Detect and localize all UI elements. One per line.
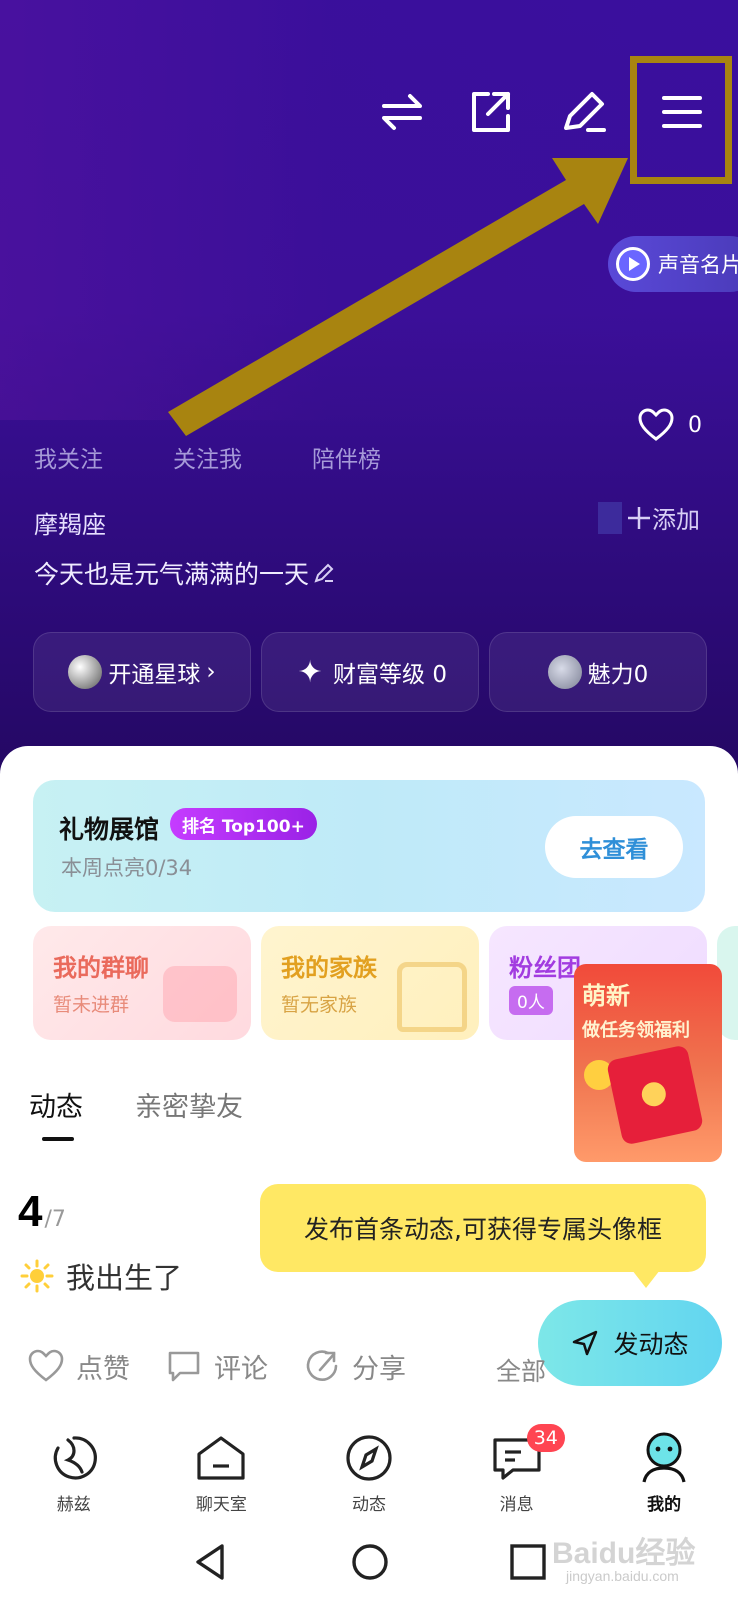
watermark-url: jingyan.baidu.com bbox=[566, 1568, 679, 1584]
signature-line[interactable]: 今天也是元气满满的一天 bbox=[34, 555, 335, 591]
family-title: 我的家族 bbox=[281, 954, 377, 982]
signature-text: 今天也是元气满满的一天 bbox=[34, 560, 310, 589]
comment-icon bbox=[168, 1351, 200, 1382]
first-post-tooltip: 发布首条动态,可获得专属头像框 bbox=[260, 1184, 706, 1288]
profile-icon bbox=[642, 1432, 686, 1483]
wealth-level-button[interactable]: ✦ 财富等级 0 bbox=[261, 632, 479, 712]
share-icon[interactable] bbox=[462, 84, 518, 140]
my-group-chat-card[interactable]: 我的群聊 暂未进群 bbox=[33, 926, 251, 1040]
post-moment-label: 发动态 bbox=[613, 1330, 689, 1359]
gift-gallery-card[interactable]: 礼物展馆 排名 Top100+ 本周点亮0/34 去查看 bbox=[33, 780, 705, 912]
chevron-right-icon: › bbox=[206, 659, 216, 685]
nav-profile[interactable]: 我的 bbox=[590, 1420, 738, 1532]
progress-total: /7 bbox=[44, 1207, 66, 1232]
nav-hertz-label: 赫兹 bbox=[56, 1495, 91, 1515]
add-tag-label: 添加 bbox=[652, 506, 700, 534]
like-button[interactable]: 点赞 bbox=[26, 1346, 130, 1386]
all-filter[interactable]: 全部 bbox=[496, 1352, 546, 1388]
milestone-text: 我出生了 bbox=[66, 1261, 183, 1295]
fan-club-title: 粉丝团 bbox=[509, 954, 581, 982]
tab-moments[interactable]: 动态 bbox=[29, 1085, 83, 1124]
share-label: 分享 bbox=[352, 1353, 406, 1385]
watermark-logo: Baidu经验 bbox=[552, 1537, 696, 1570]
swap-icon[interactable] bbox=[374, 84, 430, 140]
fan-club-count: 0人 bbox=[509, 986, 553, 1015]
charm-label: 魅力0 bbox=[587, 662, 649, 688]
add-tag-button[interactable]: 添加 bbox=[598, 500, 700, 535]
share-button[interactable]: 分享 bbox=[302, 1346, 406, 1386]
nav-hertz[interactable]: 赫兹 bbox=[0, 1420, 148, 1532]
profile-header: 声音名片 0 我关注 关注我 陪伴榜 摩羯座 添加 今天也是元气满满的一天 开通… bbox=[0, 0, 738, 780]
my-family-card[interactable]: 我的家族 暂无家族 bbox=[261, 926, 479, 1040]
zodiac-tag: 摩羯座 bbox=[34, 511, 106, 539]
stats-row: 开通星球 › ✦ 财富等级 0 魅力0 bbox=[33, 632, 707, 712]
view-gifts-button[interactable]: 去查看 bbox=[545, 816, 683, 878]
compass-icon bbox=[346, 1435, 392, 1481]
pencil-icon bbox=[314, 563, 334, 583]
group-chat-subtitle: 暂未进群 bbox=[53, 994, 130, 1016]
like-label: 点赞 bbox=[76, 1353, 130, 1385]
tab-following[interactable]: 我关注 bbox=[34, 440, 103, 474]
comment-button[interactable]: 评论 bbox=[164, 1346, 268, 1386]
sparkle-icon: ✦ bbox=[297, 654, 323, 690]
open-planet-button[interactable]: 开通星球 › bbox=[33, 632, 251, 712]
red-envelope-icon bbox=[605, 1044, 705, 1146]
edit-icon[interactable] bbox=[556, 84, 612, 140]
nav-chatroom[interactable]: 聊天室 bbox=[148, 1420, 296, 1532]
promo-line2: 做任务领福利 bbox=[582, 1020, 690, 1041]
heart-outline-icon bbox=[28, 1349, 64, 1382]
nav-messages[interactable]: 34 消息 bbox=[443, 1420, 591, 1532]
send-icon bbox=[573, 1330, 598, 1356]
newbie-promo-banner[interactable]: 萌新 做任务领福利 bbox=[574, 964, 722, 1162]
open-planet-label: 开通星球 bbox=[108, 662, 201, 688]
heart-icon bbox=[638, 408, 674, 441]
group-chat-title: 我的群聊 bbox=[53, 954, 149, 982]
post-moment-button[interactable]: 发动态 bbox=[538, 1300, 722, 1386]
sun-icon bbox=[20, 1259, 54, 1293]
milestone-item: 我出生了 bbox=[20, 1255, 182, 1297]
family-subtitle: 暂无家族 bbox=[281, 994, 358, 1016]
likes-count: 0 bbox=[688, 412, 702, 438]
likes-counter[interactable]: 0 bbox=[636, 405, 702, 445]
chatroom-icon bbox=[197, 1436, 245, 1480]
back-icon[interactable] bbox=[192, 1542, 228, 1582]
bottom-nav: 赫兹 聊天室 动态 34 消息 我的 bbox=[0, 1420, 738, 1532]
comment-label: 评论 bbox=[214, 1353, 268, 1385]
nav-chatroom-label: 聊天室 bbox=[195, 1495, 247, 1515]
rank-badge: 排名 Top100+ bbox=[170, 808, 317, 840]
nav-messages-label: 消息 bbox=[499, 1495, 534, 1515]
house-icon bbox=[397, 962, 467, 1032]
charm-icon bbox=[547, 655, 582, 689]
hertz-icon bbox=[53, 1436, 97, 1480]
planet-icon bbox=[68, 655, 103, 689]
voice-card-label: 声音名片 bbox=[658, 253, 738, 277]
charm-button[interactable]: 魅力0 bbox=[489, 632, 707, 712]
content-tabs: 动态 亲密挚友 bbox=[29, 1085, 295, 1124]
share-arrow-icon bbox=[306, 1350, 338, 1381]
nav-profile-label: 我的 bbox=[647, 1495, 682, 1515]
tab-close-friends[interactable]: 亲密挚友 bbox=[135, 1085, 243, 1124]
tab-followers[interactable]: 关注我 bbox=[173, 440, 242, 474]
play-icon bbox=[616, 247, 650, 281]
nav-moments[interactable]: 动态 bbox=[295, 1420, 443, 1532]
follow-tabs: 我关注 关注我 陪伴榜 bbox=[34, 440, 451, 474]
post-actions: 点赞 评论 分享 bbox=[26, 1346, 440, 1386]
home-icon[interactable] bbox=[350, 1542, 390, 1582]
wealth-level-label: 财富等级 0 bbox=[333, 662, 447, 688]
gift-gallery-subtitle: 本周点亮0/34 bbox=[61, 856, 193, 880]
promo-line1: 萌新 bbox=[582, 982, 630, 1010]
nav-moments-label: 动态 bbox=[351, 1495, 386, 1515]
tab-companion-rank[interactable]: 陪伴榜 bbox=[312, 440, 381, 474]
voice-card-button[interactable]: 声音名片 bbox=[608, 236, 738, 292]
task-progress: 4 /7 bbox=[18, 1187, 66, 1237]
gift-gallery-title: 礼物展馆 bbox=[59, 815, 160, 844]
add-tag-swatch bbox=[598, 501, 622, 534]
chat-bubble-icon bbox=[163, 966, 237, 1022]
message-badge: 34 bbox=[526, 1424, 565, 1452]
recents-icon[interactable] bbox=[508, 1542, 548, 1582]
menu-highlight-box bbox=[630, 56, 732, 184]
plus-icon bbox=[628, 506, 650, 529]
active-tab-indicator bbox=[42, 1137, 74, 1141]
progress-current: 4 bbox=[18, 1187, 43, 1236]
